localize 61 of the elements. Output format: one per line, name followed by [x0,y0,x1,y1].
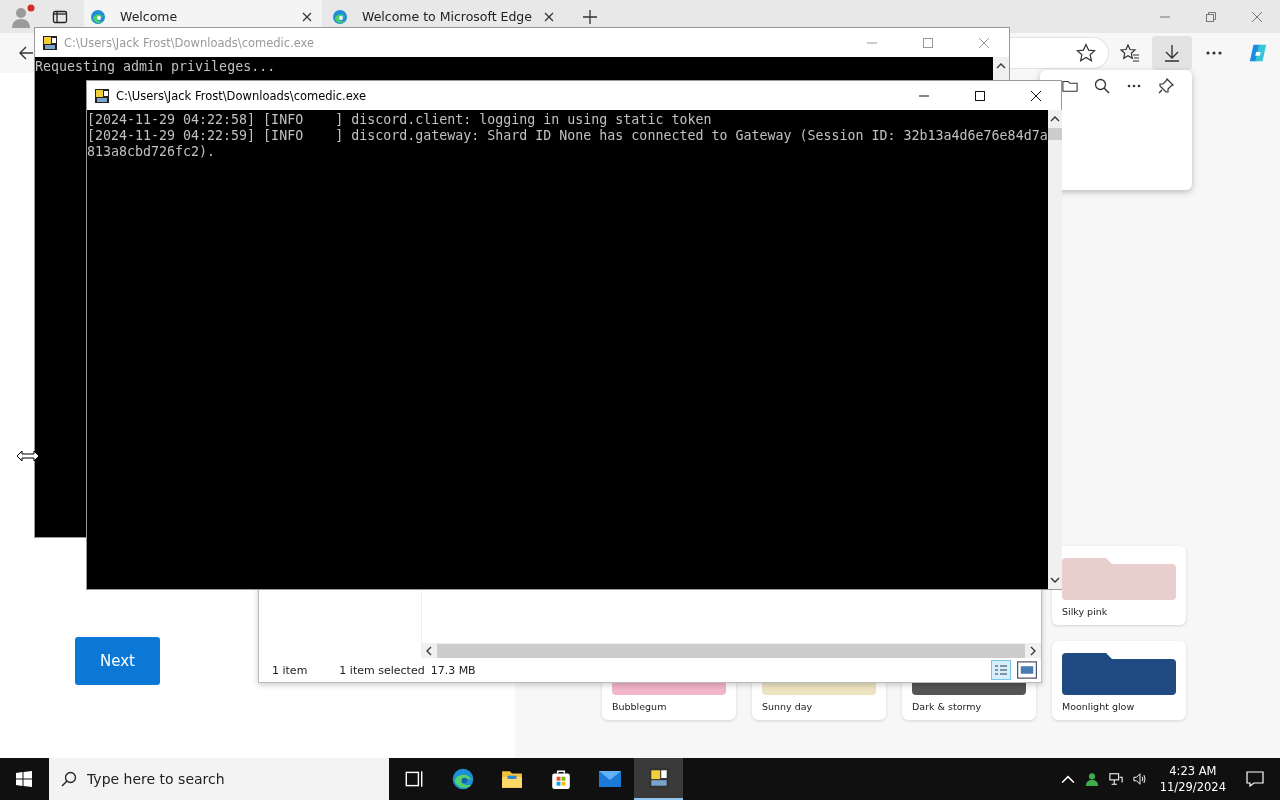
search-field[interactable]: Type here to search [49,758,389,800]
network-icon[interactable] [1108,772,1123,786]
vertical-scrollbar[interactable] [1047,110,1062,589]
download-icon [1162,43,1182,63]
notification-icon[interactable] [1246,771,1264,787]
profile-icon[interactable] [9,3,35,30]
start-icon[interactable] [16,771,32,787]
favorite-star-icon[interactable] [1076,43,1096,63]
console-app-icon [42,34,58,51]
close-icon[interactable] [544,11,554,22]
edge-icon [451,768,474,790]
theme-name: Sunny day [762,701,814,712]
maximize-icon[interactable] [975,90,985,101]
taskbar-app[interactable] [634,758,683,800]
clock[interactable]: 4:23 AM 11/29/2024 [1159,763,1226,795]
scroll-up-icon[interactable] [996,62,1006,70]
theme-card[interactable]: Moonlight glow [1052,641,1186,720]
store-bag-icon [549,768,572,790]
console-line: [2024-11-29 04:22:58] [INFO ] discord.client: logging in using static token [87,112,713,128]
theme-name: Bubblegum [612,701,668,712]
copilot-icon[interactable] [1248,43,1268,63]
close-icon[interactable] [1031,90,1041,101]
theme-card[interactable]: Silky pink [1052,546,1186,625]
preview-view-icon[interactable] [1017,660,1037,680]
console-line: Requesting admin privileges... [35,59,277,75]
favorites-icon[interactable] [1120,43,1140,63]
item-count: 1 item [272,663,308,677]
tab-actions-icon[interactable] [52,8,68,25]
edge-icon [332,8,348,25]
selection-count: 1 item selected [339,663,425,677]
window-title: C:\Users\Jack Frost\Downloads\comedic.exe [64,35,315,50]
new-tab-icon[interactable] [583,9,597,24]
back-icon[interactable] [18,45,34,61]
scroll-down-icon[interactable] [1049,576,1060,584]
search-icon [61,771,77,787]
console-app-icon [647,767,670,789]
restore-icon[interactable] [1206,11,1216,22]
window-title: C:\Users\Jack Frost\Downloads\comedic.exe [116,88,367,103]
next-button[interactable]: Next [75,637,160,685]
person-icon[interactable] [1084,772,1099,786]
file-size: 17.3 MB [430,663,476,677]
theme-name: Moonlight glow [1062,701,1136,712]
mail-icon [598,768,621,790]
scroll-left-icon[interactable] [425,645,433,656]
theme-name: Silky pink [1062,606,1109,617]
edge-icon [90,8,106,25]
scroll-thumb[interactable] [1047,128,1062,140]
details-view-icon[interactable] [991,660,1011,680]
scroll-right-icon[interactable] [1029,645,1037,656]
folder-icon [500,768,523,790]
scroll-up-icon[interactable] [1049,115,1060,123]
downloads-button[interactable] [1152,36,1192,70]
console-line: [2024-11-29 04:22:59] [INFO ] discord.gateway: Shard ID None has connected to Gateway (Session ID: 32b13a4d6e76e84d7a [87,128,1048,144]
folder-icon[interactable] [1062,78,1078,94]
theme-name: Dark & stormy [912,701,983,712]
search-icon[interactable] [1094,78,1110,94]
close-icon[interactable] [302,11,312,22]
console-line: 813a8cbd726fc2). [87,144,217,160]
pin-icon[interactable] [1158,78,1174,94]
volume-icon[interactable] [1132,772,1147,786]
console-app-icon [94,87,110,104]
